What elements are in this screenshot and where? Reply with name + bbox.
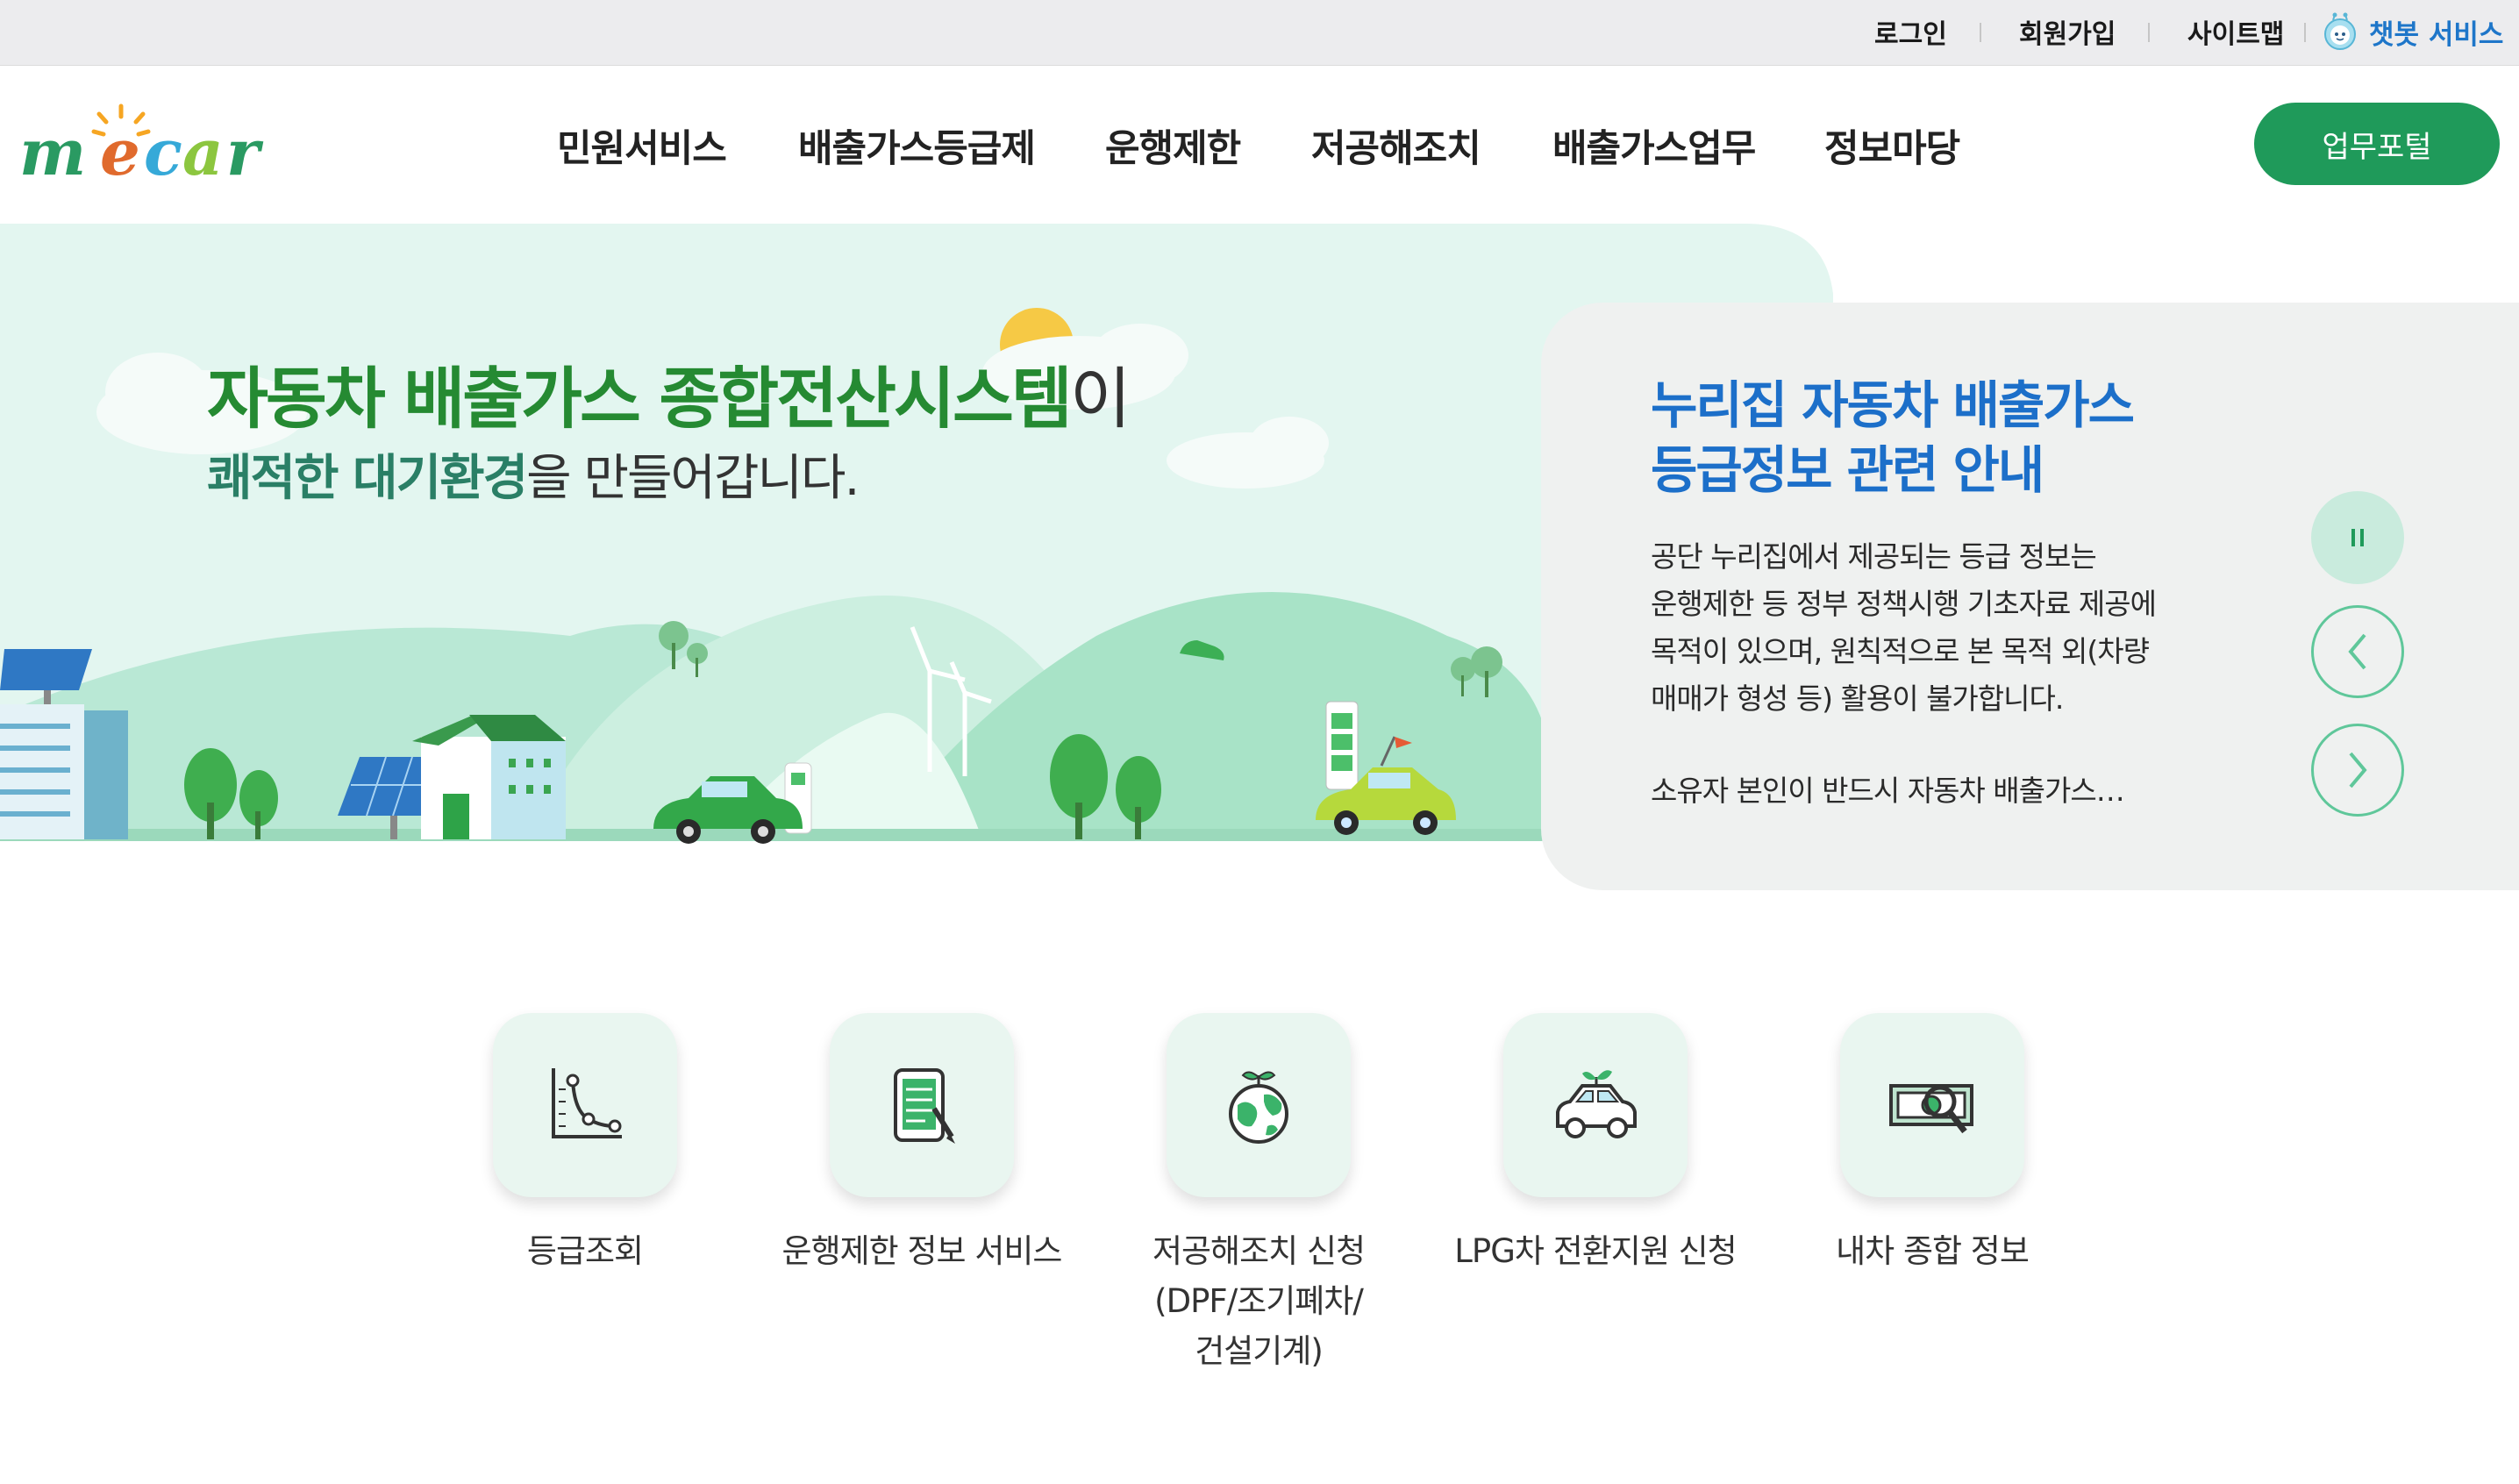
pause-icon	[2351, 529, 2364, 546]
nav-item-info[interactable]: 정보마당	[1824, 118, 1960, 173]
hero-subtitle-rest: 을 만들어갑니다.	[526, 450, 860, 507]
notice-title[interactable]: 누리집 자동차 배출가스 등급정보 관련 안내	[1651, 373, 2265, 503]
main-header: m e c a r 민원서비스 배출가스등급제 운행제한 저공해조치 배출가스업…	[0, 66, 2519, 224]
sitemap-link[interactable]: 사이트맵	[2187, 12, 2284, 51]
quick-menu-my-car-info[interactable]: 내차 종합 정보	[1836, 1013, 2030, 1270]
chatbot-label: 챗봇 서비스	[2369, 18, 2504, 51]
nav-item-emission-grade[interactable]: 배출가스등급제	[798, 118, 1036, 173]
hero-title-bold: 자동차 배출가스 종합전산시스템	[207, 360, 1073, 438]
notice-body-line: 목적이 있으며, 원칙적으로 본 목적 외(차량	[1651, 634, 2150, 668]
svg-text:r: r	[226, 115, 264, 189]
svg-text:c: c	[144, 115, 182, 189]
notice-more-text[interactable]: 소유자 본인이 반드시 자동차 배출가스…	[1651, 767, 2125, 810]
quick-menu-label: 운행제한 정보 서비스	[781, 1232, 1063, 1270]
quick-menu-label: 내차 종합 정보	[1836, 1232, 2030, 1270]
notice-body-line: 공단 누리집에서 제공되는 등급 정보는	[1651, 539, 2097, 574]
notice-body: 공단 누리집에서 제공되는 등급 정보는 운행제한 등 정부 정책시행 기초자료…	[1651, 533, 2212, 723]
quick-menu-grade-lookup[interactable]: 등급조회	[493, 1013, 677, 1270]
quick-menu-label-line: (DPF/조기폐차/	[1154, 1282, 1364, 1320]
notice-title-line: 누리집 자동차 배출가스	[1651, 375, 2135, 435]
nav-item-driving-restriction[interactable]: 운행제한	[1105, 118, 1241, 173]
mecar-logo-image: m e c a r	[19, 103, 264, 189]
money-search-icon	[1889, 1084, 1973, 1134]
quick-menu-label-line: 건설기계)	[1195, 1332, 1324, 1370]
nav-item-low-emission[interactable]: 저공해조치	[1311, 118, 1481, 173]
slider-next-button[interactable]	[2311, 724, 2404, 817]
svg-text:m: m	[19, 115, 86, 189]
quick-menu-label-line: 저공해조치 신청	[1152, 1232, 1366, 1270]
graph-icon	[552, 1068, 622, 1138]
work-portal-button[interactable]: 업무포털	[2254, 103, 2500, 185]
quick-menu-label: LPG차 전환지원 신청	[1454, 1232, 1737, 1270]
quick-menu-icon-box	[1167, 1013, 1351, 1197]
earth-sprout-icon	[1229, 1071, 1288, 1144]
notice-panel: 누리집 자동차 배출가스 등급정보 관련 안내 공단 누리집에서 제공되는 등급…	[1541, 303, 2519, 890]
mecar-logo[interactable]: m e c a r	[16, 99, 279, 196]
tablet-pen-icon	[894, 1068, 955, 1144]
quick-menu-icon-box	[1503, 1013, 1688, 1197]
chatbot-service-link[interactable]: 챗봇 서비스	[2320, 5, 2503, 58]
eco-car-icon	[1556, 1070, 1637, 1138]
quick-menu-driving-restriction[interactable]: 운행제한 정보 서비스	[782, 1013, 1062, 1270]
nav-item-civil-service[interactable]: 민원서비스	[557, 118, 727, 173]
notice-title-line: 등급정보 관련 안내	[1651, 440, 2044, 500]
hero-title: 자동차 배출가스 종합전산시스템이	[207, 345, 1131, 441]
hero-section: 자동차 배출가스 종합전산시스템이 쾌적한 대기환경을 만들어갑니다. 누리집 …	[0, 224, 2519, 908]
chevron-left-icon	[2348, 633, 2366, 670]
top-utility-bar: 로그인 회원가입 사이트맵 챗봇 서비스	[0, 0, 2519, 66]
quick-menu-lpg-conversion[interactable]: LPG차 전환지원 신청	[1454, 1013, 1738, 1270]
svg-text:a: a	[182, 115, 224, 189]
notice-body-line: 운행제한 등 정부 정책시행 기초자료 제공에	[1651, 587, 2157, 621]
notice-body-line: 매매가 형성 등) 활용이 불가합니다.	[1651, 681, 2064, 716]
hero-title-tail: 이	[1069, 360, 1131, 438]
hero-subtitle-highlight: 쾌적한 대기환경	[207, 450, 528, 507]
svg-text:e: e	[100, 115, 140, 189]
divider	[2304, 23, 2306, 42]
slider-prev-button[interactable]	[2311, 605, 2404, 698]
quick-menu-label: 등급조회	[526, 1232, 644, 1270]
chatbot-robot-icon	[2324, 12, 2356, 50]
chevron-right-icon	[2349, 752, 2367, 788]
nav-item-emission-work[interactable]: 배출가스업무	[1552, 118, 1756, 173]
signup-link[interactable]: 회원가입	[2019, 12, 2116, 51]
hero-subtitle: 쾌적한 대기환경을 만들어갑니다.	[207, 439, 860, 510]
quick-menu-icon-box	[493, 1013, 677, 1197]
divider	[1980, 23, 1981, 42]
quick-menu-low-emission-apply[interactable]: 저공해조치 신청 (DPF/조기폐차/ 건설기계)	[1152, 1013, 1366, 1370]
slider-pause-button[interactable]	[2311, 491, 2404, 584]
quick-menu-icon-box	[1840, 1013, 2024, 1197]
quick-menu-icon-box	[830, 1013, 1014, 1197]
login-link[interactable]: 로그인	[1874, 12, 1947, 51]
quick-menu-label: 저공해조치 신청 (DPF/조기폐차/ 건설기계)	[1152, 1226, 1366, 1376]
divider	[2148, 23, 2150, 42]
